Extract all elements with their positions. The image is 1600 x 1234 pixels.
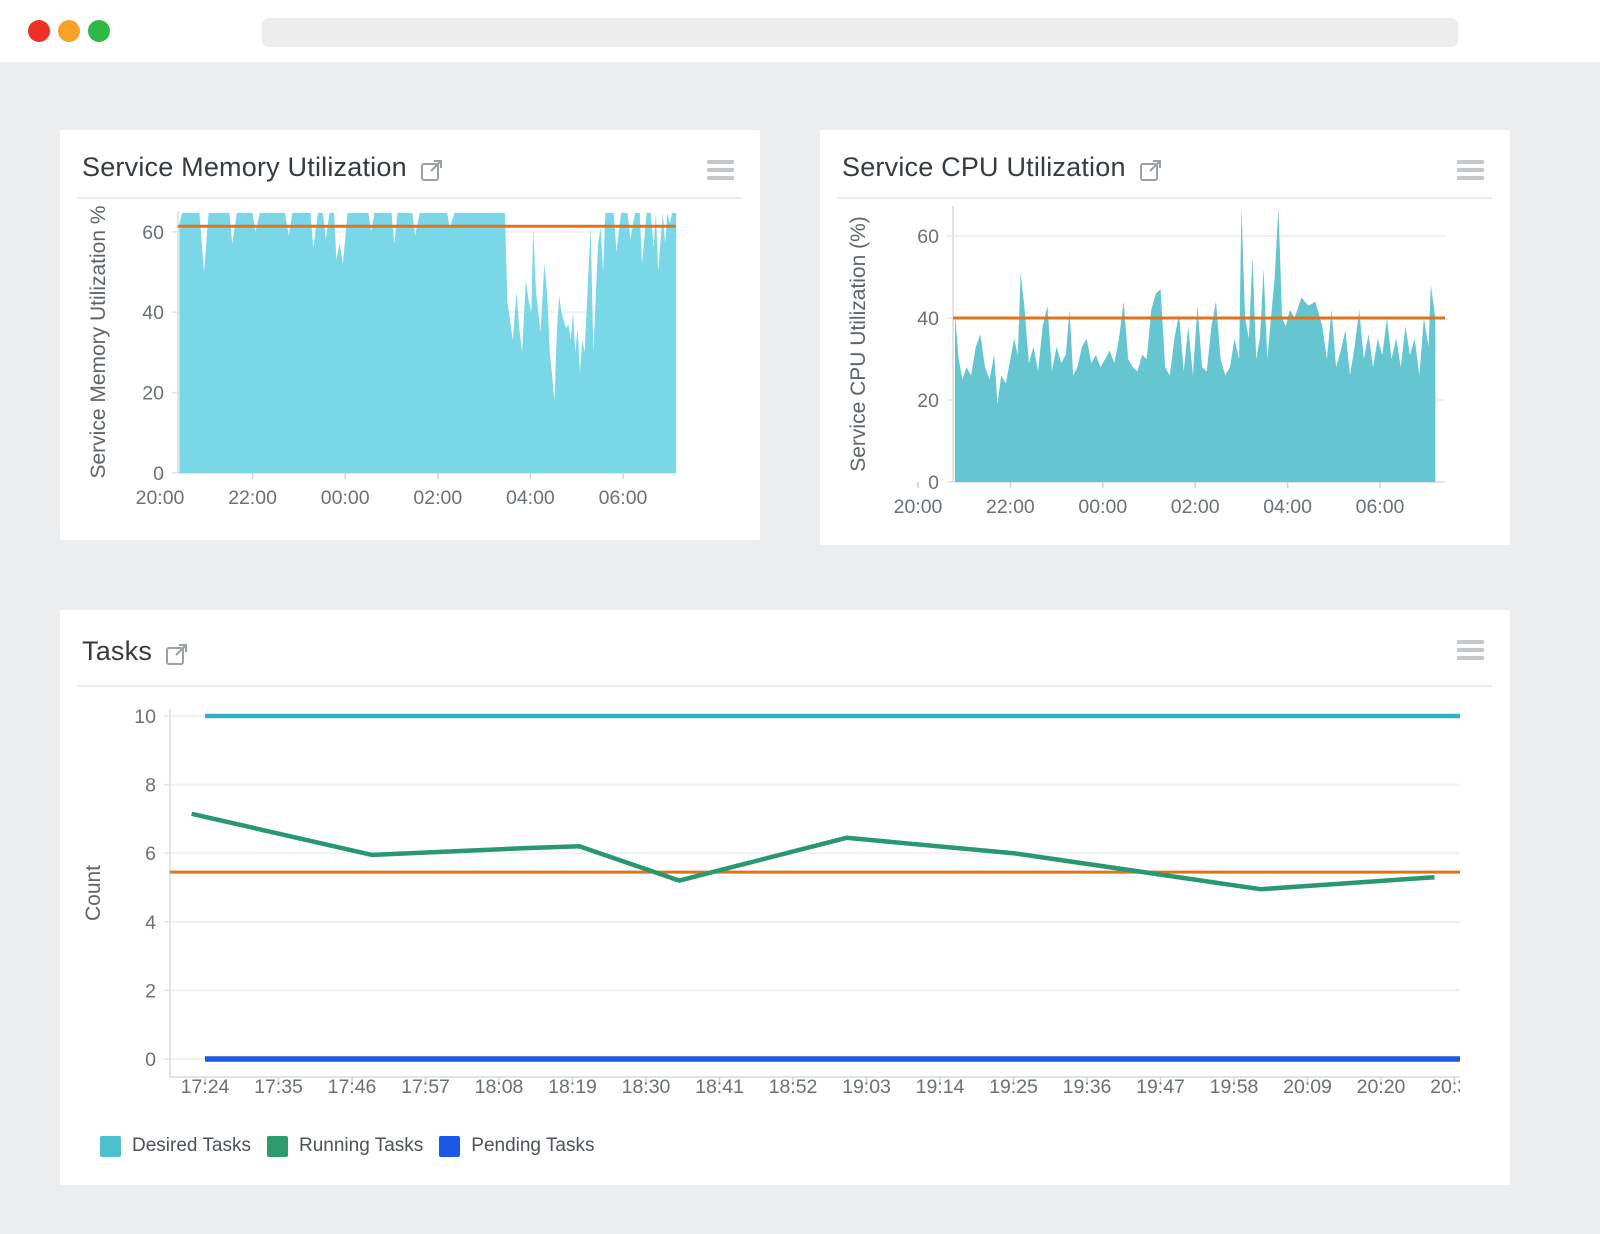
- svg-text:17:46: 17:46: [328, 1076, 377, 1098]
- tasks-legend: Desired Tasks Running Tasks Pending Tasks: [100, 1135, 611, 1157]
- svg-text:04:00: 04:00: [506, 487, 555, 509]
- window-minimize-button[interactable]: [58, 20, 80, 42]
- svg-text:00:00: 00:00: [321, 487, 370, 509]
- svg-text:60: 60: [142, 222, 164, 244]
- hamburger-menu-icon[interactable]: [707, 156, 734, 184]
- tick-marks: [164, 716, 1455, 1083]
- svg-text:18:52: 18:52: [769, 1076, 818, 1098]
- cpu-panel-title: Service CPU Utilization: [842, 152, 1126, 183]
- tasks-panel-title: Tasks: [82, 636, 152, 667]
- running-tasks-swatch-icon: [267, 1136, 288, 1157]
- y-tick-labels: 0 20 40 60: [142, 222, 164, 485]
- svg-text:06:00: 06:00: [1356, 496, 1405, 518]
- svg-text:17:24: 17:24: [181, 1076, 230, 1098]
- svg-text:00:00: 00:00: [1078, 496, 1127, 518]
- window-titlebar: [0, 0, 1600, 62]
- svg-text:22:00: 22:00: [228, 487, 277, 509]
- url-bar[interactable]: [262, 18, 1458, 47]
- svg-text:18:19: 18:19: [548, 1076, 597, 1098]
- divider: [78, 197, 742, 199]
- external-link-icon[interactable]: [1139, 158, 1163, 182]
- y-axis-title: Count: [82, 865, 105, 921]
- cpu-chart: 20:00 22:00 00:00 02:00 04:00 06:00 0 20 40 60 Ser…: [830, 201, 1500, 533]
- y-axis-title: Service Memory Utilization %: [87, 205, 110, 478]
- svg-text:19:36: 19:36: [1063, 1076, 1112, 1098]
- svg-text:20:00: 20:00: [136, 487, 185, 509]
- legend-label: Desired Tasks: [132, 1135, 251, 1157]
- hamburger-menu-icon[interactable]: [1457, 156, 1484, 184]
- legend-label: Pending Tasks: [471, 1135, 594, 1157]
- external-link-icon[interactable]: [165, 642, 189, 666]
- tasks-panel: Tasks 17:24 17:35 17:46 17:57 18:08 18:19 18:3…: [60, 610, 1510, 1185]
- cpu-panel: Service CPU Utilization 20:00 22:00 00:00 0…: [820, 130, 1510, 545]
- svg-text:6: 6: [145, 843, 156, 865]
- svg-text:04:00: 04:00: [1263, 496, 1312, 518]
- memory-panel-header: Service Memory Utilization: [60, 130, 760, 183]
- svg-text:0: 0: [153, 463, 164, 485]
- svg-text:18:08: 18:08: [475, 1076, 524, 1098]
- tasks-chart: 17:24 17:35 17:46 17:57 18:08 18:19 18:30 18:41…: [70, 689, 1460, 1114]
- memory-panel: Service Memory Utilization 20:00 22:00 00:…: [60, 130, 760, 540]
- x-tick-labels: 17:24 17:35 17:46 17:57 18:08 18:19 18:30 18:41…: [181, 1076, 1460, 1098]
- legend-item-pending-tasks[interactable]: Pending Tasks: [439, 1135, 594, 1157]
- pending-tasks-swatch-icon: [439, 1136, 460, 1157]
- svg-text:20:31: 20:31: [1430, 1076, 1460, 1098]
- svg-text:4: 4: [145, 912, 156, 934]
- svg-text:20:00: 20:00: [894, 496, 943, 518]
- window-close-button[interactable]: [28, 20, 50, 42]
- svg-text:60: 60: [917, 226, 939, 248]
- svg-text:10: 10: [134, 706, 156, 728]
- svg-text:20: 20: [142, 383, 164, 405]
- x-tick-labels: 20:00 22:00 00:00 02:00 04:00 06:00: [894, 496, 1405, 518]
- window-zoom-button[interactable]: [88, 20, 110, 42]
- svg-text:8: 8: [145, 775, 156, 797]
- cpu-panel-header: Service CPU Utilization: [820, 130, 1510, 183]
- svg-text:17:35: 17:35: [254, 1076, 303, 1098]
- memory-panel-title: Service Memory Utilization: [82, 152, 407, 183]
- svg-text:19:25: 19:25: [989, 1076, 1038, 1098]
- hamburger-menu-icon[interactable]: [1457, 636, 1484, 664]
- svg-text:18:30: 18:30: [622, 1076, 671, 1098]
- legend-label: Running Tasks: [299, 1135, 423, 1157]
- svg-text:02:00: 02:00: [1171, 496, 1220, 518]
- svg-text:22:00: 22:00: [986, 496, 1035, 518]
- svg-text:06:00: 06:00: [599, 487, 648, 509]
- service-cpu-utilization--area-series: [955, 207, 1435, 482]
- external-link-icon[interactable]: [420, 158, 444, 182]
- y-axis-title: Service CPU Utilization (%): [847, 216, 870, 472]
- svg-text:19:14: 19:14: [916, 1076, 965, 1098]
- service-memory-utilization--area-series: [179, 213, 676, 473]
- svg-text:02:00: 02:00: [413, 487, 462, 509]
- legend-item-running-tasks[interactable]: Running Tasks: [267, 1135, 423, 1157]
- svg-text:2: 2: [145, 980, 156, 1002]
- desired-tasks-swatch-icon: [100, 1136, 121, 1157]
- svg-text:19:47: 19:47: [1136, 1076, 1185, 1098]
- memory-chart: 20:00 22:00 00:00 02:00 04:00 06:00 0 20 40 60 Ser…: [70, 201, 750, 523]
- svg-text:40: 40: [142, 302, 164, 324]
- divider: [838, 197, 1492, 199]
- svg-text:20: 20: [917, 390, 939, 412]
- svg-text:40: 40: [917, 308, 939, 330]
- svg-text:0: 0: [928, 472, 939, 494]
- y-tick-labels: 0 2 4 6 8 10: [134, 706, 156, 1071]
- svg-text:0: 0: [145, 1049, 156, 1071]
- tasks-panel-header: Tasks: [60, 610, 1510, 667]
- running-tasks-line-series: [192, 814, 1435, 889]
- svg-text:18:41: 18:41: [695, 1076, 744, 1098]
- svg-text:19:58: 19:58: [1210, 1076, 1259, 1098]
- y-tick-labels: 0 20 40 60: [917, 226, 939, 494]
- svg-text:20:09: 20:09: [1283, 1076, 1332, 1098]
- legend-item-desired-tasks[interactable]: Desired Tasks: [100, 1135, 251, 1157]
- x-tick-labels: 20:00 22:00 00:00 02:00 04:00 06:00: [136, 487, 648, 509]
- divider: [78, 685, 1492, 687]
- svg-text:20:20: 20:20: [1357, 1076, 1406, 1098]
- svg-text:17:57: 17:57: [401, 1076, 450, 1098]
- svg-text:19:03: 19:03: [842, 1076, 891, 1098]
